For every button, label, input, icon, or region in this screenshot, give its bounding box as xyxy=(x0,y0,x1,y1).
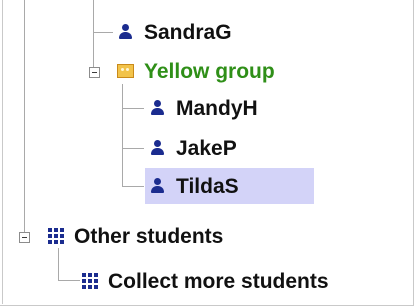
tree-node-label: Other students xyxy=(74,224,224,248)
tree-connector xyxy=(24,0,25,232)
tree-node-sandrag[interactable]: SandraG xyxy=(118,15,232,49)
tree-connector xyxy=(58,280,80,281)
collapse-toggle-other-students[interactable] xyxy=(19,232,30,243)
tree-node-label: TildaS xyxy=(176,174,239,198)
tree-connector xyxy=(122,148,144,149)
tree-node-label: SandraG xyxy=(144,20,232,44)
person-icon xyxy=(150,99,166,117)
tree-node-label: Collect more students xyxy=(108,269,329,293)
tree-node-label: Yellow group xyxy=(144,59,275,83)
person-icon xyxy=(150,139,166,157)
tree-node-collect-more-students[interactable]: Collect more students xyxy=(82,264,329,298)
tree-node-label: JakeP xyxy=(176,136,237,160)
panel-left-border xyxy=(2,0,3,304)
grid-icon xyxy=(82,272,100,290)
grid-icon xyxy=(48,227,66,245)
tree-connector xyxy=(93,32,113,33)
tree-node-other-students[interactable]: Other students xyxy=(48,219,223,253)
tree-connector xyxy=(93,0,94,32)
tree-node-jakep[interactable]: JakeP xyxy=(150,131,237,165)
tree-node-mandyh[interactable]: MandyH xyxy=(150,91,258,125)
tree-node-label: MandyH xyxy=(176,96,258,120)
tree-connector xyxy=(122,186,144,187)
tree-connector xyxy=(122,84,123,186)
group-icon xyxy=(117,64,134,78)
tree-node-yellow-group[interactable]: Yellow group xyxy=(117,54,275,88)
collapse-toggle-yellow-group[interactable] xyxy=(89,67,100,78)
person-icon xyxy=(118,23,134,41)
tree-connector xyxy=(93,32,94,70)
tree-connector xyxy=(122,108,144,109)
tree-node-tildas[interactable]: TildaS xyxy=(150,169,239,203)
person-icon xyxy=(150,177,166,195)
